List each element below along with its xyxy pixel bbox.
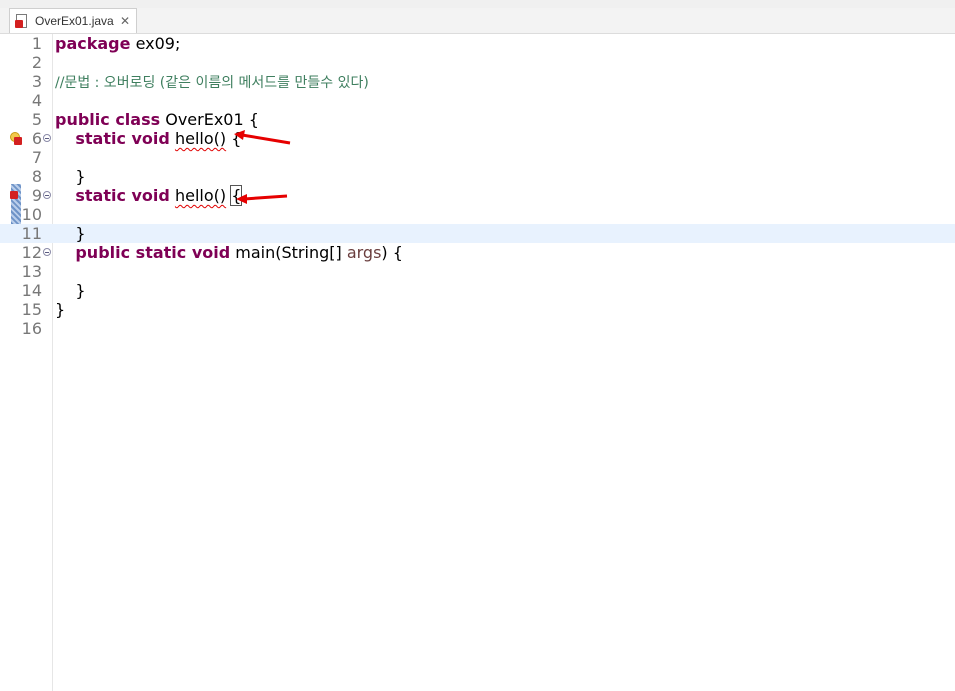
line-number: 1 — [31, 34, 42, 53]
code-line-2[interactable]: 2 — [0, 53, 955, 72]
keyword: static void — [75, 129, 170, 148]
editor-tab-label: OverEx01.java — [35, 14, 114, 28]
line-number: 15 — [21, 300, 42, 319]
line-number: 6 — [31, 129, 42, 148]
line-number: 2 — [31, 53, 42, 72]
code-line-6[interactable]: 6 static void hello() { — [0, 129, 955, 148]
line-number: 12 — [21, 243, 42, 262]
parameter-name: args — [346, 243, 382, 262]
code-line-4[interactable]: 4 — [0, 91, 955, 110]
red-arrow-icon — [236, 194, 288, 204]
keyword: package — [55, 34, 131, 53]
editor-tab-overex01[interactable]: OverEx01.java ✕ — [9, 8, 137, 33]
red-arrow-icon — [234, 130, 291, 145]
code-line-10[interactable]: 10 — [0, 205, 955, 224]
close-icon[interactable]: ✕ — [120, 14, 130, 28]
code-line-8[interactable]: 8 } — [0, 167, 955, 186]
code-line-7[interactable]: 7 — [0, 148, 955, 167]
code-text: } — [75, 167, 86, 186]
code-line-1[interactable]: 1 package ex09; — [0, 34, 955, 53]
code-line-16[interactable]: 16 — [0, 319, 955, 338]
line-number: 4 — [31, 91, 42, 110]
code-line-3[interactable]: 3 //문법 : 오버로딩 (같은 이름의 메서드를 만들수 있다) — [0, 72, 955, 91]
code-text: main(String[] — [230, 243, 347, 262]
comment-text: //문법 : 오버로딩 (같은 이름의 메서드를 만들수 있다) — [55, 75, 369, 91]
keyword: public class — [55, 110, 161, 129]
line-number: 11 — [21, 224, 42, 243]
method-name-error: hello() — [174, 186, 227, 205]
keyword: static void — [75, 186, 170, 205]
code-line-12[interactable]: 12 public static void main(String[] args… — [0, 243, 955, 262]
code-text: } — [55, 300, 66, 319]
code-line-9[interactable]: 9 static void hello() { — [0, 185, 955, 206]
code-text: ) { — [381, 243, 403, 262]
code-text: } — [75, 224, 86, 243]
line-number: 3 — [31, 72, 42, 91]
code-text: ex09; — [130, 34, 181, 53]
line-number: 9 — [31, 186, 42, 205]
fold-collapse-icon[interactable] — [43, 248, 51, 256]
line-number: 14 — [21, 281, 42, 300]
line-number: 13 — [21, 262, 42, 281]
fold-collapse-icon[interactable] — [43, 134, 51, 142]
line-number: 7 — [31, 148, 42, 167]
code-line-14[interactable]: 14 } — [0, 281, 955, 300]
line-number: 8 — [31, 167, 42, 186]
keyword: public static void — [75, 243, 231, 262]
code-text: OverEx01 { — [160, 110, 259, 129]
code-line-15[interactable]: 15 } — [0, 300, 955, 319]
code-editor[interactable]: 1 package ex09; 2 3 //문법 : 오버로딩 (같은 이름의 … — [0, 34, 955, 691]
line-number: 16 — [21, 319, 42, 338]
code-line-11-current[interactable]: 11 } — [0, 224, 955, 243]
code-line-5[interactable]: 5 public class OverEx01 { — [0, 110, 955, 129]
java-file-error-icon — [15, 14, 29, 28]
code-line-13[interactable]: 13 — [0, 262, 955, 281]
editor-tab-bar: OverEx01.java ✕ — [0, 8, 955, 34]
line-number: 5 — [31, 110, 42, 129]
code-text: } — [75, 281, 86, 300]
line-number: 10 — [21, 205, 42, 224]
method-name-error: hello() — [174, 129, 227, 148]
fold-collapse-icon[interactable] — [43, 191, 51, 199]
